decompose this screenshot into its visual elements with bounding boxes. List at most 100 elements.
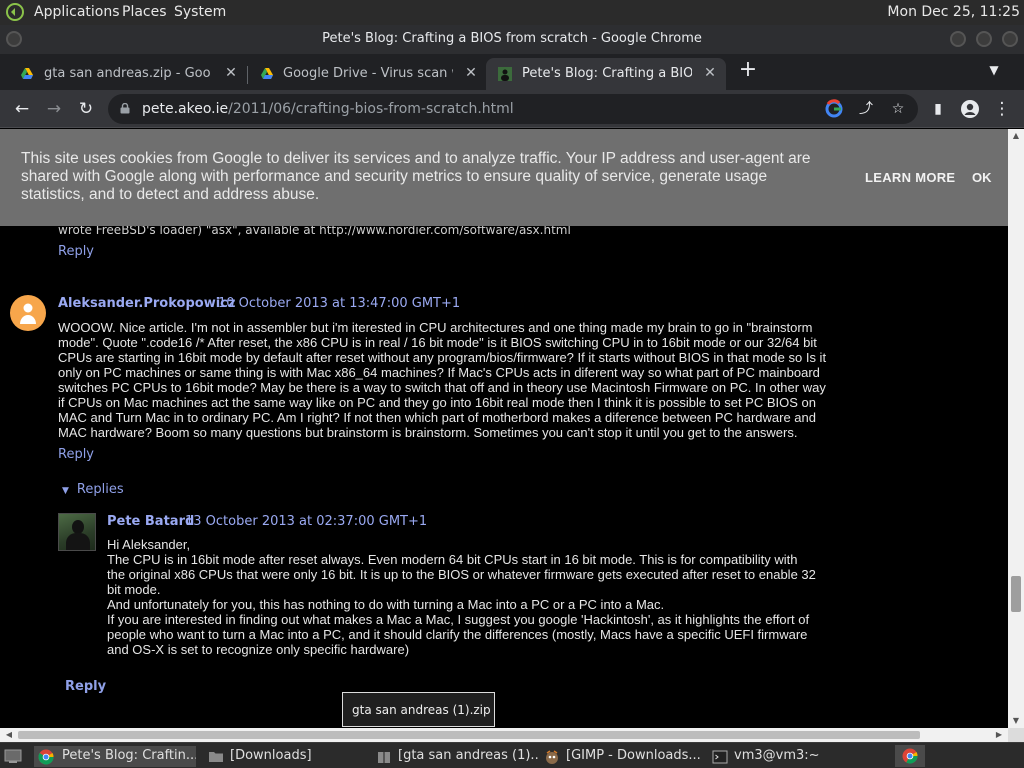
- comment-line: CPUs are starting in 16bit mode by defau…: [58, 350, 827, 365]
- side-panel-icon[interactable]: ▮: [926, 97, 950, 121]
- window-titlebar[interactable]: Pete's Blog: Crafting a BIOS from scratc…: [0, 25, 1024, 54]
- address-bar[interactable]: pete.akeo.ie/2011/06/crafting-bios-from-…: [108, 94, 918, 124]
- tab-search-chevron-down-icon[interactable]: ▼: [984, 60, 1004, 80]
- horizontal-scrollbar[interactable]: ◀ ▶: [0, 728, 1008, 742]
- reply-link[interactable]: Reply: [58, 244, 94, 259]
- taskbar-label: [GIMP - Downloads...: [566, 748, 701, 763]
- scroll-left-icon[interactable]: ◀: [2, 728, 16, 742]
- url-text[interactable]: pete.akeo.ie/2011/06/crafting-bios-from-…: [142, 101, 514, 117]
- file-roller-icon: [378, 752, 390, 763]
- panel-clock[interactable]: Mon Dec 25, 11:25: [887, 4, 1020, 20]
- tray-chrome-icon[interactable]: [895, 745, 925, 767]
- tab-drive-virus-scan[interactable]: Google Drive - Virus scan war ✕: [248, 58, 486, 90]
- caret-down-icon: ▼: [62, 486, 69, 496]
- lock-icon[interactable]: [120, 103, 130, 114]
- more-menu-icon[interactable]: ⋮: [990, 97, 1014, 121]
- comment-line: WOOOW. Nice article. I'm not in assemble…: [58, 320, 813, 335]
- avatar-head: [72, 520, 84, 534]
- menu-system[interactable]: System: [174, 4, 226, 20]
- bottom-taskbar: Pete's Blog: Craftin... [Downloads] [gta…: [0, 742, 1024, 768]
- reply-line: Hi Aleksander,: [107, 537, 191, 552]
- back-arrow-icon[interactable]: ←: [10, 97, 34, 121]
- close-window-button[interactable]: [1002, 31, 1018, 47]
- comment-line: switches PC CPUs to 16bit mode? May be t…: [58, 380, 826, 395]
- learn-more-button[interactable]: LEARN MORE: [865, 170, 955, 185]
- taskbar-label: [gta san andreas (1)....: [398, 748, 538, 763]
- reply-body: Hi Aleksander, The CPU is in 16bit mode …: [107, 537, 816, 657]
- tab-label: Google Drive - Virus scan war: [283, 66, 453, 81]
- window-title: Pete's Blog: Crafting a BIOS from scratc…: [322, 31, 702, 46]
- reply-author[interactable]: Pete Batard: [107, 514, 194, 529]
- reply-line: If you are interested in finding out wha…: [107, 612, 810, 627]
- google-drive-icon: [261, 68, 273, 79]
- tab-strip: gta san andreas.zip - Google D ✕ Google …: [0, 54, 1024, 90]
- distro-logo-icon[interactable]: [6, 3, 24, 21]
- tab-label: Pete's Blog: Crafting a BIOS fr: [522, 66, 692, 81]
- vertical-scrollbar[interactable]: ▲ ▼: [1008, 129, 1024, 728]
- comment-line: mode". Quote ".code16 /* After reset, th…: [58, 335, 817, 350]
- taskbar-item-chrome[interactable]: Pete's Blog: Craftin...: [34, 746, 196, 767]
- scroll-down-icon[interactable]: ▼: [1008, 714, 1024, 728]
- forward-arrow-icon[interactable]: →: [42, 97, 66, 121]
- cookie-banner: This site uses cookies from Google to de…: [0, 129, 1008, 226]
- chrome-icon: [38, 749, 54, 765]
- folder-icon: [209, 752, 223, 762]
- taskbar-item-gimp[interactable]: [GIMP - Downloads...: [540, 746, 706, 767]
- blogger-avatar-icon: [20, 303, 36, 324]
- reply-link[interactable]: Reply: [58, 447, 94, 462]
- taskbar-tooltip: gta san andreas (1).zip: [342, 692, 495, 727]
- comment-line: MAC and Turn Mac in to ordinary PC. Am I…: [58, 410, 816, 425]
- show-desktop-icon[interactable]: [4, 747, 22, 765]
- taskbar-item-downloads[interactable]: [Downloads]: [204, 746, 364, 767]
- reply-line: bit mode.: [107, 582, 161, 597]
- scroll-up-icon[interactable]: ▲: [1008, 129, 1024, 143]
- share-icon[interactable]: ⤴: [855, 98, 877, 120]
- scroll-right-icon[interactable]: ▶: [992, 728, 1006, 742]
- tab-label: gta san andreas.zip - Google D: [44, 66, 210, 81]
- maximize-button[interactable]: [976, 31, 992, 47]
- ok-button[interactable]: OK: [972, 170, 992, 185]
- menu-applications[interactable]: Applications: [34, 4, 120, 20]
- blog-favicon-icon: [498, 67, 512, 81]
- close-tab-icon[interactable]: ✕: [701, 64, 719, 82]
- replies-toggle[interactable]: ▼ Replies: [62, 482, 124, 497]
- taskbar-item-terminal[interactable]: vm3@vm3:~: [708, 746, 890, 767]
- reload-icon[interactable]: ↻: [74, 97, 98, 121]
- reply-line: the original x86 CPUs that were only 16 …: [107, 567, 816, 582]
- taskbar-item-archive[interactable]: [gta san andreas (1)....: [372, 746, 538, 767]
- reply-line: And unfortunately for you, this has noth…: [107, 597, 665, 612]
- google-lens-icon[interactable]: [823, 98, 845, 120]
- taskbar-label: [Downloads]: [230, 748, 312, 763]
- taskbar-label: vm3@vm3:~: [734, 748, 820, 763]
- browser-toolbar: ← → ↻ pete.akeo.ie/2011/06/crafting-bios…: [0, 90, 1024, 128]
- scrollbar-thumb[interactable]: [1011, 576, 1021, 612]
- comment-timestamp[interactable]: 10 October 2013 at 13:47:00 GMT+1: [218, 296, 460, 311]
- avatar[interactable]: [58, 513, 96, 551]
- reply-line: The CPU is in 16bit mode after reset alw…: [107, 552, 798, 567]
- tab-gta-zip[interactable]: gta san andreas.zip - Google D ✕: [0, 58, 246, 90]
- scrollbar-thumb[interactable]: [18, 731, 920, 739]
- comment-author[interactable]: Aleksander.Prokopowicz: [58, 296, 235, 311]
- avatar[interactable]: [10, 295, 46, 331]
- tab-petes-blog[interactable]: Pete's Blog: Crafting a BIOS fr ✕: [486, 58, 726, 90]
- profile-avatar-icon[interactable]: [958, 97, 982, 121]
- avatar-body: [66, 533, 90, 550]
- menu-places[interactable]: Places: [122, 4, 167, 20]
- minimize-button[interactable]: [950, 31, 966, 47]
- replies-label: Replies: [76, 482, 124, 497]
- bookmark-star-icon[interactable]: ☆: [887, 98, 909, 120]
- reply-line: people who want to turn a Mac into a PC,…: [107, 627, 808, 642]
- reply-button[interactable]: Reply: [65, 679, 106, 694]
- comment-line: only on PC machines or same thing is wit…: [58, 365, 820, 380]
- close-tab-icon[interactable]: ✕: [222, 64, 240, 82]
- scroll-corner: [1008, 728, 1024, 742]
- reply-timestamp[interactable]: 13 October 2013 at 02:37:00 GMT+1: [185, 514, 427, 529]
- close-tab-icon[interactable]: ✕: [462, 64, 480, 82]
- comment-line: if CPUs on Mac machines act the same way…: [58, 395, 816, 410]
- terminal-icon: [712, 750, 728, 764]
- new-tab-button[interactable]: +: [736, 58, 760, 82]
- reply-line: and OS-X is set to recognize only specif…: [107, 642, 410, 657]
- top-panel: Applications Places System Mon Dec 25, 1…: [0, 0, 1024, 25]
- taskbar-label: Pete's Blog: Craftin...: [62, 748, 196, 763]
- comment-body: WOOOW. Nice article. I'm not in assemble…: [58, 320, 826, 440]
